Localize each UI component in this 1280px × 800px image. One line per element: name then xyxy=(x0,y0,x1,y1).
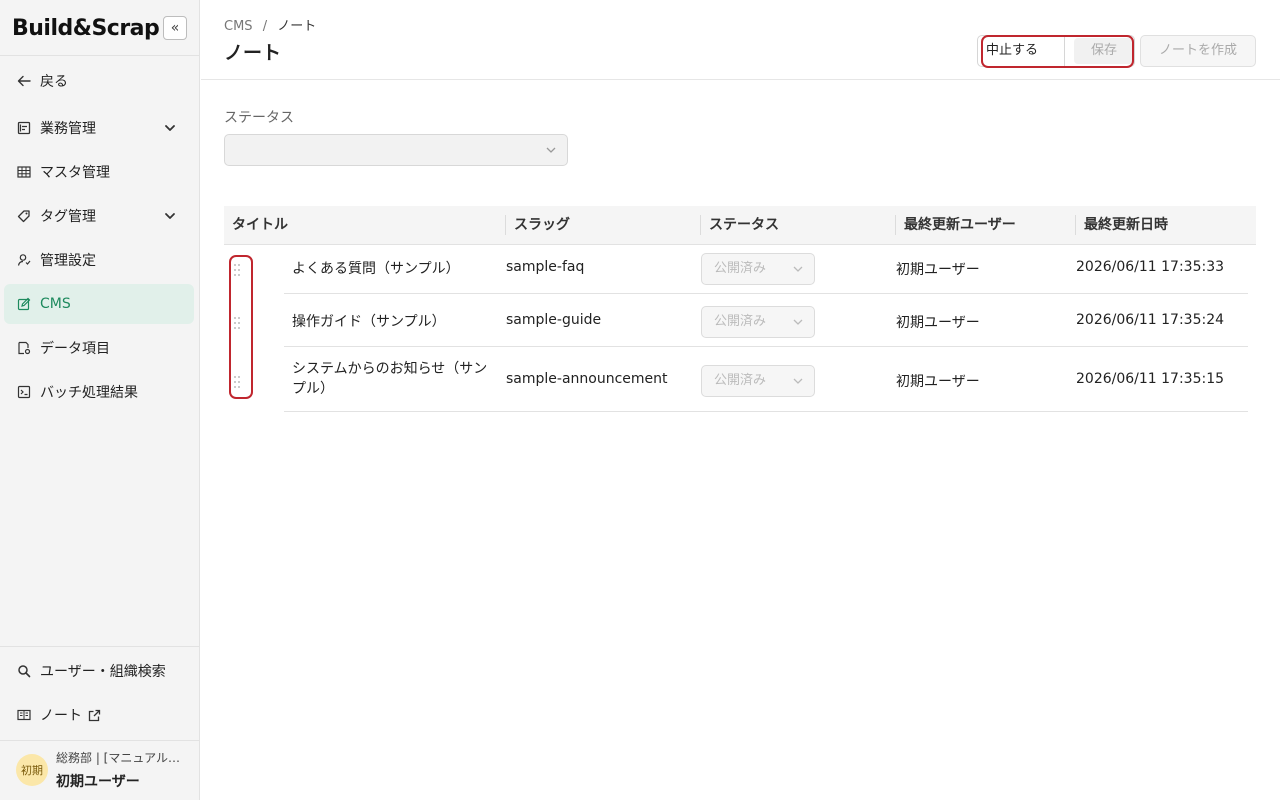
sidebar-item-data-fields[interactable]: データ項目 xyxy=(4,328,194,368)
sidebar-item-business[interactable]: 業務管理 xyxy=(4,108,194,148)
row-status-select[interactable]: 公開済み xyxy=(701,306,815,338)
table-row[interactable]: 操作ガイド（サンプル） sample-guide 公開済み 初期ユーザー 202… xyxy=(284,294,1248,347)
column-divider xyxy=(1075,215,1076,235)
user-name: 初期ユーザー xyxy=(56,774,140,790)
column-header-updated-user: 最終更新ユーザー xyxy=(904,217,1016,233)
terminal-icon xyxy=(16,384,32,400)
sidebar-item-label: ユーザー・組織検索 xyxy=(40,664,166,680)
row-slug: sample-announcement xyxy=(506,371,668,387)
search-icon xyxy=(16,663,32,679)
sidebar-item-label: マスタ管理 xyxy=(40,165,110,181)
divider xyxy=(0,646,200,647)
main-content: CMS / ノート ノート 中止する 保存 ノートを作成 ステータス タイトル … xyxy=(201,0,1280,800)
row-updated-user: 初期ユーザー xyxy=(896,315,980,331)
column-divider xyxy=(895,215,896,235)
document-settings-icon xyxy=(16,340,32,356)
page-title: ノート xyxy=(224,42,282,64)
column-header-title: タイトル xyxy=(232,217,288,233)
row-status-value: 公開済み xyxy=(714,314,767,329)
edit-icon xyxy=(16,296,32,312)
column-header-slug: スラッグ xyxy=(514,217,570,233)
sidebar-item-label: CMS xyxy=(40,296,71,312)
status-filter-label: ステータス xyxy=(224,110,294,126)
sidebar-item-batch-results[interactable]: バッチ処理結果 xyxy=(4,372,194,412)
row-slug: sample-faq xyxy=(506,259,585,275)
column-header-status: ステータス xyxy=(709,217,779,233)
sidebar-item-cms[interactable]: CMS xyxy=(4,284,194,324)
column-header-updated-at: 最終更新日時 xyxy=(1084,217,1168,233)
chevron-down-icon xyxy=(165,213,175,219)
table-header: タイトル スラッグ ステータス 最終更新ユーザー 最終更新日時 xyxy=(224,206,1256,245)
row-updated-user: 初期ユーザー xyxy=(896,262,980,278)
edit-action-group: 中止する 保存 xyxy=(977,35,1135,67)
breadcrumb-root[interactable]: CMS xyxy=(224,19,253,34)
double-chevron-left-icon: « xyxy=(170,20,180,36)
row-updated-user: 初期ユーザー xyxy=(896,374,980,390)
sidebar: Build&Scrap « 戻る 業務管理 マスタ管理 タグ管理 管理設定 CM… xyxy=(0,0,200,800)
user-profile[interactable]: 初期 総務部 | [マニュアル… 初期ユーザー xyxy=(0,741,200,800)
external-link-icon xyxy=(88,709,101,722)
user-settings-icon xyxy=(16,252,32,268)
row-status-select[interactable]: 公開済み xyxy=(701,253,815,285)
sidebar-item-label: ノート xyxy=(40,708,82,724)
table-row[interactable]: システムからのお知らせ（サンプル） sample-announcement 公開… xyxy=(284,347,1248,412)
user-department: 総務部 | [マニュアル… xyxy=(56,751,180,765)
row-slug: sample-guide xyxy=(506,312,602,328)
row-updated-at: 2026/06/11 17:35:33 xyxy=(1076,259,1225,275)
sidebar-item-tags[interactable]: タグ管理 xyxy=(4,196,194,236)
breadcrumb-separator: / xyxy=(262,19,268,34)
table-row[interactable]: よくある質問（サンプル） sample-faq 公開済み 初期ユーザー 2026… xyxy=(284,245,1248,294)
sidebar-item-master[interactable]: マスタ管理 xyxy=(4,152,194,192)
drag-handle-icon[interactable] xyxy=(232,375,242,389)
sidebar-item-label: 管理設定 xyxy=(40,253,96,269)
brand-name: Build&Scrap xyxy=(12,15,160,41)
breadcrumb-current: ノート xyxy=(277,19,317,34)
sidebar-item-back[interactable]: 戻る xyxy=(4,61,194,101)
avatar: 初期 xyxy=(16,754,48,786)
row-status-value: 公開済み xyxy=(714,373,767,388)
column-divider xyxy=(700,215,701,235)
cancel-button[interactable]: 中止する xyxy=(986,36,1038,66)
drag-handle-icon[interactable] xyxy=(232,263,242,277)
chevron-down-icon xyxy=(793,319,803,325)
row-status-value: 公開済み xyxy=(714,261,767,276)
arrow-left-icon xyxy=(16,73,32,89)
divider xyxy=(1064,36,1065,66)
save-button[interactable]: 保存 xyxy=(1074,38,1134,64)
row-title: よくある質問（サンプル） xyxy=(292,261,460,277)
chevron-down-icon xyxy=(165,125,175,131)
chevron-down-icon xyxy=(546,147,556,153)
sidebar-item-admin-settings[interactable]: 管理設定 xyxy=(4,240,194,280)
table-icon xyxy=(16,164,32,180)
chevron-down-icon xyxy=(793,266,803,272)
row-updated-at: 2026/06/11 17:35:24 xyxy=(1076,312,1225,328)
divider xyxy=(201,79,1280,80)
sidebar-item-user-search[interactable]: ユーザー・組織検索 xyxy=(4,651,194,691)
sidebar-item-notes[interactable]: ノート xyxy=(4,695,194,735)
status-filter-select[interactable] xyxy=(224,134,568,166)
breadcrumb: CMS / ノート xyxy=(224,15,316,34)
create-note-button[interactable]: ノートを作成 xyxy=(1140,35,1256,67)
clipboard-icon xyxy=(16,120,32,136)
brand-logo: Build&Scrap xyxy=(12,12,160,44)
collapse-sidebar-button[interactable]: « xyxy=(163,16,187,40)
row-title: 操作ガイド（サンプル） xyxy=(292,314,446,330)
column-divider xyxy=(505,215,506,235)
divider xyxy=(0,55,200,56)
sidebar-item-label: データ項目 xyxy=(40,341,110,357)
chevron-down-icon xyxy=(793,378,803,384)
sidebar-item-label: 業務管理 xyxy=(40,121,96,137)
sidebar-item-label: 戻る xyxy=(40,74,68,90)
row-updated-at: 2026/06/11 17:35:15 xyxy=(1076,371,1225,387)
row-title: システムからのお知らせ（サンプル） xyxy=(292,361,488,397)
book-icon xyxy=(16,707,32,723)
sidebar-item-label: バッチ処理結果 xyxy=(40,385,138,401)
sidebar-item-label: タグ管理 xyxy=(40,209,96,225)
tag-icon xyxy=(16,208,32,224)
row-status-select[interactable]: 公開済み xyxy=(701,365,815,397)
drag-handle-icon[interactable] xyxy=(232,316,242,330)
